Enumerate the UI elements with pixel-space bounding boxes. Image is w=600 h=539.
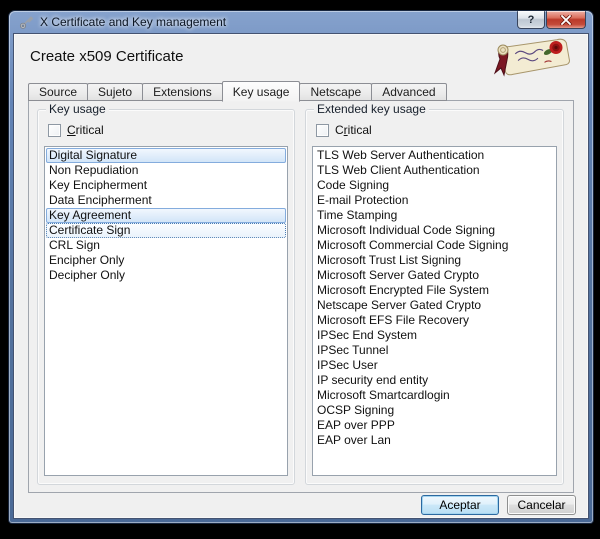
page-title: Create x509 Certificate — [30, 48, 183, 65]
tab[interactable]: Key usage — [222, 81, 301, 102]
key-usage-list-item[interactable]: Certificate Sign — [46, 223, 286, 238]
extended-key-usage-list-item[interactable]: EAP over Lan — [314, 433, 555, 448]
tab[interactable]: Extensions — [142, 83, 223, 101]
key-usage-group: Key usage Critical Digital SignatureNon … — [37, 109, 295, 485]
key-usage-group-title: Key usage — [46, 102, 109, 116]
extended-key-usage-group: Extended key usage Critical TLS Web Serv… — [305, 109, 564, 485]
certificate-scroll-logo — [486, 38, 576, 85]
tab[interactable]: Netscape — [299, 83, 372, 101]
extended-key-usage-list[interactable]: TLS Web Server AuthenticationTLS Web Cli… — [312, 146, 557, 476]
extended-key-usage-list-item[interactable]: Code Signing — [314, 178, 555, 193]
cancel-button[interactable]: Cancelar — [507, 495, 576, 515]
extended-key-usage-list-item[interactable]: Microsoft EFS File Recovery — [314, 313, 555, 328]
key-usage-list-item[interactable]: Key Encipherment — [46, 178, 286, 193]
dialog-client-area: Create x509 Certificate SourceSujetoExte… — [13, 33, 589, 519]
extended-key-usage-list-item[interactable]: Netscape Server Gated Crypto — [314, 298, 555, 313]
extended-key-usage-critical-label: Critical — [335, 123, 372, 137]
extended-key-usage-critical-row: Critical — [316, 123, 372, 137]
tab[interactable]: Advanced — [371, 83, 446, 101]
help-icon: ? — [528, 14, 535, 26]
tab-bar: SourceSujetoExtensionsKey usageNetscapeA… — [28, 80, 446, 101]
key-usage-critical-checkbox[interactable] — [48, 124, 61, 137]
tab-panel: Key usage Critical Digital SignatureNon … — [28, 100, 574, 493]
close-icon — [560, 15, 572, 25]
extended-key-usage-critical-checkbox[interactable] — [316, 124, 329, 137]
extended-key-usage-list-item[interactable]: IP security end entity — [314, 373, 555, 388]
extended-key-usage-list-item[interactable]: IPSec Tunnel — [314, 343, 555, 358]
dialog-window: X Certificate and Key management ? Creat… — [9, 11, 593, 523]
key-usage-list-item[interactable]: Key Agreement — [46, 208, 286, 223]
accept-button[interactable]: Aceptar — [421, 495, 499, 515]
extended-key-usage-list-item[interactable]: OCSP Signing — [314, 403, 555, 418]
key-usage-list-item[interactable]: Non Repudiation — [46, 163, 286, 178]
key-icon — [19, 15, 34, 30]
key-usage-critical-label: Critical — [67, 123, 104, 137]
extended-key-usage-list-item[interactable]: Microsoft Smartcardlogin — [314, 388, 555, 403]
key-usage-critical-row: Critical — [48, 123, 104, 137]
extended-key-usage-list-item[interactable]: Microsoft Encrypted File System — [314, 283, 555, 298]
window-controls: ? — [517, 11, 586, 29]
key-usage-list-item[interactable]: CRL Sign — [46, 238, 286, 253]
tab[interactable]: Sujeto — [87, 83, 143, 101]
extended-key-usage-list-item[interactable]: Microsoft Trust List Signing — [314, 253, 555, 268]
tab[interactable]: Source — [28, 83, 88, 101]
extended-key-usage-list-item[interactable]: TLS Web Client Authentication — [314, 163, 555, 178]
extended-key-usage-list-item[interactable]: EAP over PPP — [314, 418, 555, 433]
help-button[interactable]: ? — [517, 11, 545, 29]
extended-key-usage-list-item[interactable]: Microsoft Server Gated Crypto — [314, 268, 555, 283]
extended-key-usage-group-title: Extended key usage — [314, 102, 429, 116]
window-title: X Certificate and Key management — [40, 15, 226, 29]
titlebar[interactable]: X Certificate and Key management — [9, 11, 593, 33]
extended-key-usage-list-item[interactable]: Time Stamping — [314, 208, 555, 223]
extended-key-usage-list-item[interactable]: TLS Web Server Authentication — [314, 148, 555, 163]
key-usage-list-item[interactable]: Digital Signature — [46, 148, 286, 163]
key-usage-list-item[interactable]: Data Encipherment — [46, 193, 286, 208]
close-button[interactable] — [546, 11, 586, 29]
key-usage-list-item[interactable]: Decipher Only — [46, 268, 286, 283]
extended-key-usage-list-item[interactable]: IPSec User — [314, 358, 555, 373]
key-usage-list[interactable]: Digital SignatureNon RepudiationKey Enci… — [44, 146, 288, 476]
extended-key-usage-list-item[interactable]: IPSec End System — [314, 328, 555, 343]
key-usage-list-item[interactable]: Encipher Only — [46, 253, 286, 268]
extended-key-usage-list-item[interactable]: E-mail Protection — [314, 193, 555, 208]
extended-key-usage-list-item[interactable]: Microsoft Individual Code Signing — [314, 223, 555, 238]
extended-key-usage-list-item[interactable]: Microsoft Commercial Code Signing — [314, 238, 555, 253]
